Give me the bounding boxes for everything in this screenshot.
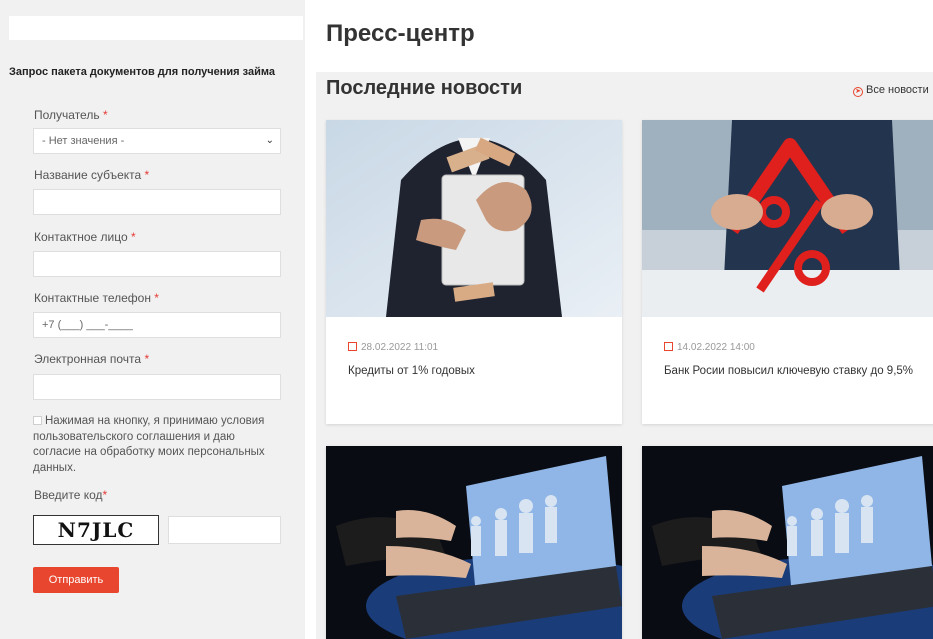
captcha-image: N7JLC bbox=[33, 515, 159, 545]
page-title: Пресс-центр bbox=[326, 20, 475, 47]
section-title: Последние новости bbox=[326, 77, 523, 99]
contact-person-label: Контактное лицо * bbox=[34, 230, 136, 244]
chevron-down-icon: ⌄ bbox=[265, 135, 274, 146]
news-card[interactable] bbox=[642, 446, 933, 639]
agreement-checkbox[interactable] bbox=[33, 416, 42, 425]
news-card[interactable]: 28.02.2022 11:01 Кредиты от 1% годовых bbox=[326, 120, 622, 424]
news-image bbox=[326, 120, 622, 317]
phone-input[interactable]: +7 (___) ___-____ bbox=[33, 312, 281, 338]
subject-name-label: Название субъекта * bbox=[34, 168, 150, 182]
contact-person-input[interactable] bbox=[33, 251, 281, 277]
loan-request-sidebar: Запрос пакета документов для получения з… bbox=[0, 0, 305, 639]
calendar-icon bbox=[348, 342, 357, 351]
news-image bbox=[642, 120, 933, 317]
news-headline[interactable]: Кредиты от 1% годовых bbox=[348, 364, 598, 379]
subject-name-input[interactable] bbox=[33, 189, 281, 215]
phone-label: Контактные телефон * bbox=[34, 291, 159, 305]
captcha-label: Введите код* bbox=[34, 488, 108, 502]
news-image bbox=[642, 446, 933, 639]
news-date: 14.02.2022 14:00 bbox=[664, 342, 755, 353]
sidebar-top-box bbox=[9, 16, 303, 40]
calendar-icon bbox=[664, 342, 673, 351]
email-label: Электронная почта * bbox=[34, 352, 150, 366]
submit-button[interactable]: Отправить bbox=[33, 567, 119, 593]
arrow-right-circle-icon: ➤ bbox=[853, 87, 863, 97]
news-image bbox=[326, 446, 622, 639]
news-date: 28.02.2022 11:01 bbox=[348, 342, 438, 353]
news-headline[interactable]: Банк Росии повысил ключевую ставку до 9,… bbox=[664, 364, 914, 379]
all-news-link[interactable]: ➤ Все новости bbox=[853, 84, 929, 97]
captcha-input[interactable] bbox=[168, 516, 281, 544]
news-card[interactable]: 14.02.2022 14:00 Банк Росии повысил ключ… bbox=[642, 120, 933, 424]
agreement-text: Нажимая на кнопку, я принимаю условия по… bbox=[33, 415, 265, 474]
email-input[interactable] bbox=[33, 374, 281, 400]
form-title: Запрос пакета документов для получения з… bbox=[9, 66, 275, 78]
recipient-select[interactable]: - Нет значения - ⌄ bbox=[33, 128, 281, 154]
news-card[interactable] bbox=[326, 446, 622, 639]
recipient-label: Получатель * bbox=[34, 108, 108, 122]
